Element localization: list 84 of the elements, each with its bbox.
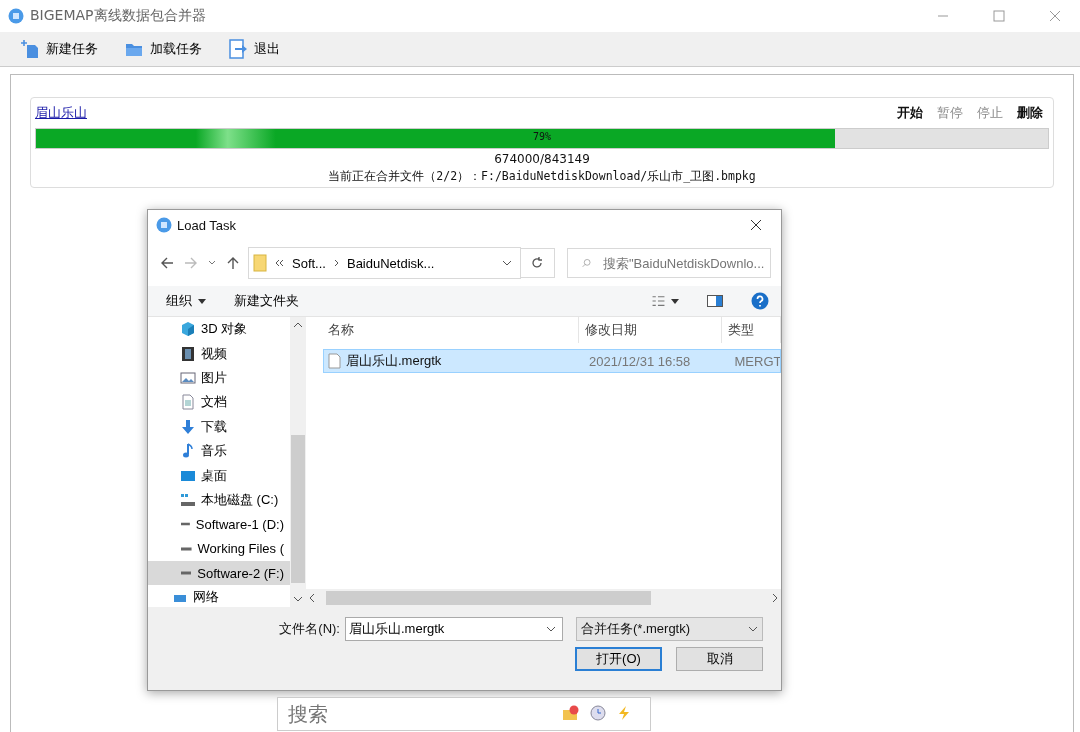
maximize-icon bbox=[993, 10, 1005, 22]
forward-arrow-icon bbox=[184, 256, 198, 270]
file-icon bbox=[328, 353, 341, 369]
folder-icon bbox=[562, 705, 580, 721]
chevron-left-icon bbox=[275, 259, 284, 267]
new-document-icon bbox=[20, 39, 40, 59]
filename-label: 文件名(N): bbox=[279, 620, 340, 638]
music-note-icon bbox=[180, 443, 196, 460]
search-icon bbox=[582, 256, 591, 270]
address-bar[interactable]: Soft... BaiduNetdisk... bbox=[248, 247, 521, 279]
navigation-item[interactable]: 本地磁盘 (C:) bbox=[148, 487, 290, 513]
column-header[interactable]: 修改日期 bbox=[579, 317, 723, 343]
folder-icon bbox=[253, 254, 267, 272]
file-date: 2021/12/31 16:58 bbox=[588, 353, 692, 369]
down-arrow-icon bbox=[180, 418, 196, 435]
file-type-dropdown[interactable]: 合并任务(*.mergtk) bbox=[576, 617, 763, 641]
navigation-item[interactable]: Software-1 (D:) bbox=[148, 512, 290, 537]
search-field[interactable]: 搜索 bbox=[277, 697, 651, 731]
toolbar-button[interactable]: 新建任务 bbox=[18, 37, 100, 61]
navigation-item[interactable]: 3D 对象 bbox=[148, 317, 290, 342]
task-name-link[interactable]: 眉山乐山 bbox=[35, 104, 87, 122]
navigation-item[interactable]: 图片 bbox=[148, 365, 290, 391]
column-header[interactable]: 名称 bbox=[322, 317, 580, 343]
help-icon bbox=[751, 292, 769, 310]
navigation-item[interactable]: 网络 bbox=[148, 585, 290, 607]
command-button[interactable]: 组织 bbox=[166, 292, 206, 310]
cube-icon bbox=[180, 321, 196, 338]
caret-icon bbox=[671, 298, 679, 304]
window-title: BIGEMAP离线数据包合并器 bbox=[30, 7, 207, 25]
view-options-button[interactable] bbox=[652, 296, 679, 306]
toolbar-button[interactable]: 加载任务 bbox=[122, 37, 204, 61]
search-field[interactable]: 搜索"BaiduNetdiskDownlo... bbox=[567, 248, 771, 278]
navigation-item[interactable]: 桌面 bbox=[148, 463, 290, 488]
navigation-item[interactable]: 音乐 bbox=[148, 438, 290, 464]
exit-icon bbox=[228, 39, 248, 59]
column-header[interactable]: 类型 bbox=[722, 317, 781, 343]
app-logo-icon bbox=[8, 8, 24, 24]
dropdown-caret-icon bbox=[748, 626, 758, 632]
drive-icon bbox=[181, 571, 192, 576]
dropdown-caret-icon[interactable] bbox=[546, 626, 556, 632]
toolbar-button[interactable]: 退出 bbox=[226, 37, 282, 61]
dialog-button[interactable]: 打开(O) bbox=[575, 647, 662, 671]
list-view-icon bbox=[652, 296, 665, 306]
chevron-down-icon bbox=[208, 260, 216, 266]
preview-pane-icon bbox=[707, 295, 723, 307]
filename-field[interactable]: 眉山乐山.mergtk bbox=[345, 617, 563, 641]
app-logo-icon bbox=[156, 217, 172, 233]
file-name: 眉山乐山.mergtk bbox=[346, 352, 442, 370]
navigation-item[interactable]: Software-2 (F:) bbox=[148, 560, 290, 586]
document-icon bbox=[180, 394, 196, 411]
navigation-item[interactable]: 视频 bbox=[148, 341, 290, 366]
dialog-title: Load Task bbox=[177, 217, 238, 233]
refresh-icon bbox=[530, 256, 545, 270]
close-icon bbox=[750, 219, 762, 231]
drive-icon bbox=[181, 522, 190, 527]
navigation-item[interactable]: Working Files ( bbox=[148, 536, 290, 561]
progress-count: 674000/843149 bbox=[493, 152, 591, 166]
close-icon bbox=[1049, 10, 1061, 22]
breadcrumb-item[interactable]: BaiduNetdisk... bbox=[346, 255, 435, 271]
up-arrow-icon bbox=[226, 256, 240, 270]
drive-icon bbox=[180, 491, 196, 508]
navigation-item[interactable]: 下载 bbox=[148, 414, 290, 439]
task-action-button[interactable]: 开始 bbox=[897, 104, 923, 122]
breadcrumb-item[interactable]: Soft... bbox=[292, 255, 326, 271]
command-button[interactable]: 新建文件夹 bbox=[234, 292, 299, 310]
picture-icon bbox=[180, 369, 196, 386]
horizontal-scrollbar[interactable] bbox=[306, 589, 781, 607]
preview-pane-button[interactable] bbox=[707, 295, 723, 307]
clock-icon bbox=[590, 705, 606, 721]
progress-percent: 79% bbox=[531, 131, 553, 142]
lightning-icon bbox=[616, 705, 632, 721]
task-action-button[interactable]: 删除 bbox=[1017, 104, 1043, 122]
refresh-button[interactable] bbox=[519, 248, 555, 278]
caret-icon bbox=[198, 298, 206, 304]
navigation-item[interactable]: 文档 bbox=[148, 390, 290, 415]
help-button[interactable] bbox=[751, 292, 769, 310]
vertical-scrollbar[interactable] bbox=[290, 317, 306, 607]
film-icon bbox=[180, 345, 196, 362]
drive-icon bbox=[181, 546, 192, 551]
dropdown-caret-icon bbox=[501, 260, 512, 266]
status-text: 当前正在合并文件（2/2）：F:/BaiduNetdiskDownload/乐山市_卫图.bmpkg bbox=[327, 169, 757, 184]
chevron-right-icon bbox=[333, 259, 339, 267]
dialog-button[interactable]: 取消 bbox=[676, 647, 763, 671]
back-arrow-icon bbox=[160, 256, 174, 270]
